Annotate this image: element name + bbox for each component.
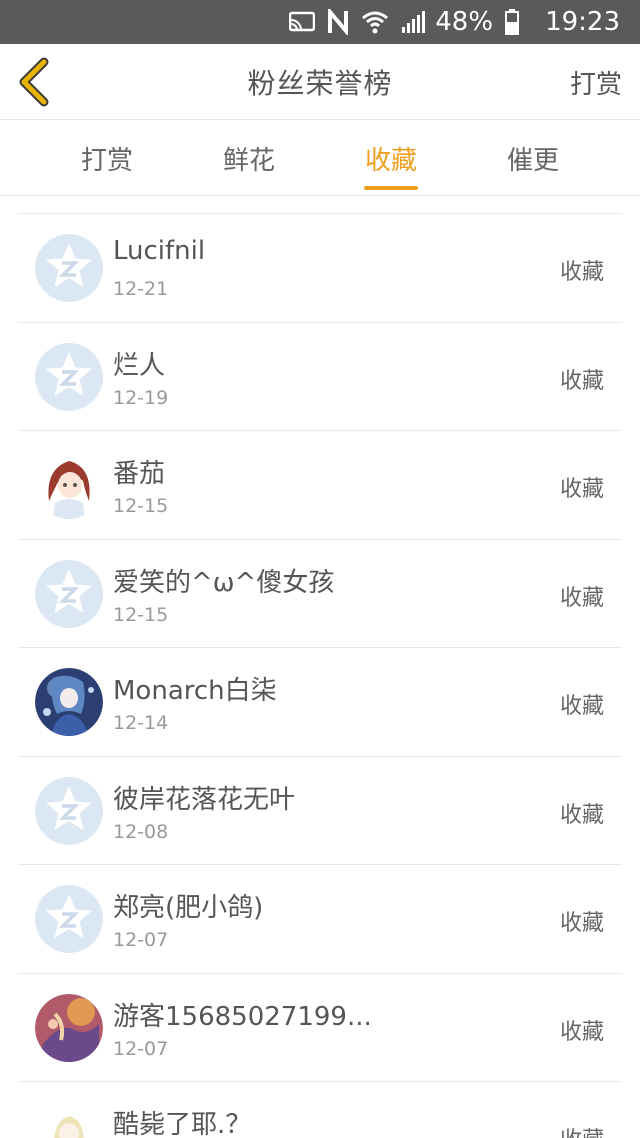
action-label: 收藏	[559, 1019, 604, 1045]
blue-anime-avatar-icon	[35, 668, 103, 736]
default-star-avatar-icon	[35, 885, 103, 953]
list-item[interactable]: 番茄 12-15 收藏	[18, 431, 622, 540]
action-label: 收藏	[559, 260, 604, 285]
list-item[interactable]: 烂人 12-19 收藏	[18, 323, 622, 431]
list-item[interactable]: 爱笑的^ω^傻女孩 12-15 收藏	[18, 540, 622, 648]
action-label: 收藏	[560, 1122, 604, 1138]
clock: 19:23	[545, 7, 620, 37]
default-star-avatar-icon	[35, 559, 103, 628]
action-label: 收藏	[559, 911, 604, 936]
default-star-avatar-icon	[35, 776, 103, 845]
anime-girl-avatar-icon	[35, 451, 103, 519]
signal-icon	[401, 11, 427, 33]
fan-name: Lucifnil	[113, 236, 206, 266]
light-anime-avatar-icon	[35, 1102, 103, 1138]
tab-tip[interactable]: 打赏	[57, 140, 157, 177]
fan-name: 爱笑的^ω^傻女孩	[113, 567, 335, 598]
list-item[interactable]: 郑亮(肥小鸽) 12-07 收藏	[18, 865, 622, 974]
tab-flowers[interactable]: 鲜花	[199, 140, 299, 177]
default-star-avatar-icon	[35, 234, 103, 302]
fan-name: 彼岸花落花无叶	[113, 784, 296, 815]
battery-percent: 48%	[435, 7, 494, 37]
fan-date: 12-15	[113, 603, 169, 626]
app-screen: 48% 19:23 粉丝荣誉榜 打赏 打赏 鲜花 收藏 催更 Lucifnil	[0, 0, 640, 1138]
wifi-icon	[361, 10, 389, 34]
fan-date: 12-07	[113, 929, 169, 951]
list-item[interactable]: 游客15685027199... 12-07 收藏	[18, 974, 622, 1082]
battery-icon	[505, 9, 520, 35]
fan-date: 12-08	[113, 820, 169, 843]
fan-name: 游客15685027199...	[113, 1001, 372, 1032]
cast-icon	[289, 11, 316, 33]
list-item[interactable]: 酷毙了耶.？ 收藏	[18, 1082, 622, 1138]
tab-favorites[interactable]: 收藏	[341, 140, 441, 177]
header-bar: 粉丝荣誉榜 打赏	[0, 44, 640, 120]
action-label: 收藏	[559, 694, 604, 719]
default-star-avatar-icon	[35, 342, 103, 411]
active-tab-indicator	[364, 186, 418, 190]
fan-date: 12-19	[113, 386, 169, 409]
fan-date: 12-21	[113, 278, 169, 300]
tab-urge-update[interactable]: 催更	[483, 140, 583, 177]
page-title: 粉丝荣誉榜	[247, 67, 393, 100]
fan-date: 12-07	[113, 1037, 169, 1060]
status-bar: 48% 19:23	[0, 0, 640, 44]
fan-date: 12-14	[113, 712, 169, 734]
colorful-art-avatar-icon	[35, 993, 103, 1062]
nfc-icon	[327, 9, 349, 35]
action-label: 收藏	[559, 477, 604, 502]
fan-name: 番茄	[113, 459, 166, 489]
action-label: 收藏	[559, 368, 604, 394]
action-label: 收藏	[559, 802, 604, 828]
list-item[interactable]: Lucifnil 12-21 收藏	[18, 214, 622, 323]
tip-button[interactable]: 打赏	[570, 64, 622, 101]
fan-name: Monarch白柒	[113, 676, 277, 706]
list-item[interactable]: Monarch白柒 12-14 收藏	[18, 648, 622, 757]
fan-name: 烂人	[113, 350, 166, 381]
list-item[interactable]: 彼岸花落花无叶 12-08 收藏	[18, 757, 622, 865]
fan-date: 12-15	[113, 495, 169, 517]
action-label: 收藏	[559, 585, 604, 611]
fan-name: 酷毙了耶.？	[113, 1110, 252, 1138]
fan-list: Lucifnil 12-21 收藏 烂人 12-19 收藏 番茄 12-15 收…	[18, 213, 622, 1138]
tab-bar: 打赏 鲜花 收藏 催更	[0, 120, 640, 196]
fan-name: 郑亮(肥小鸽)	[113, 893, 264, 923]
